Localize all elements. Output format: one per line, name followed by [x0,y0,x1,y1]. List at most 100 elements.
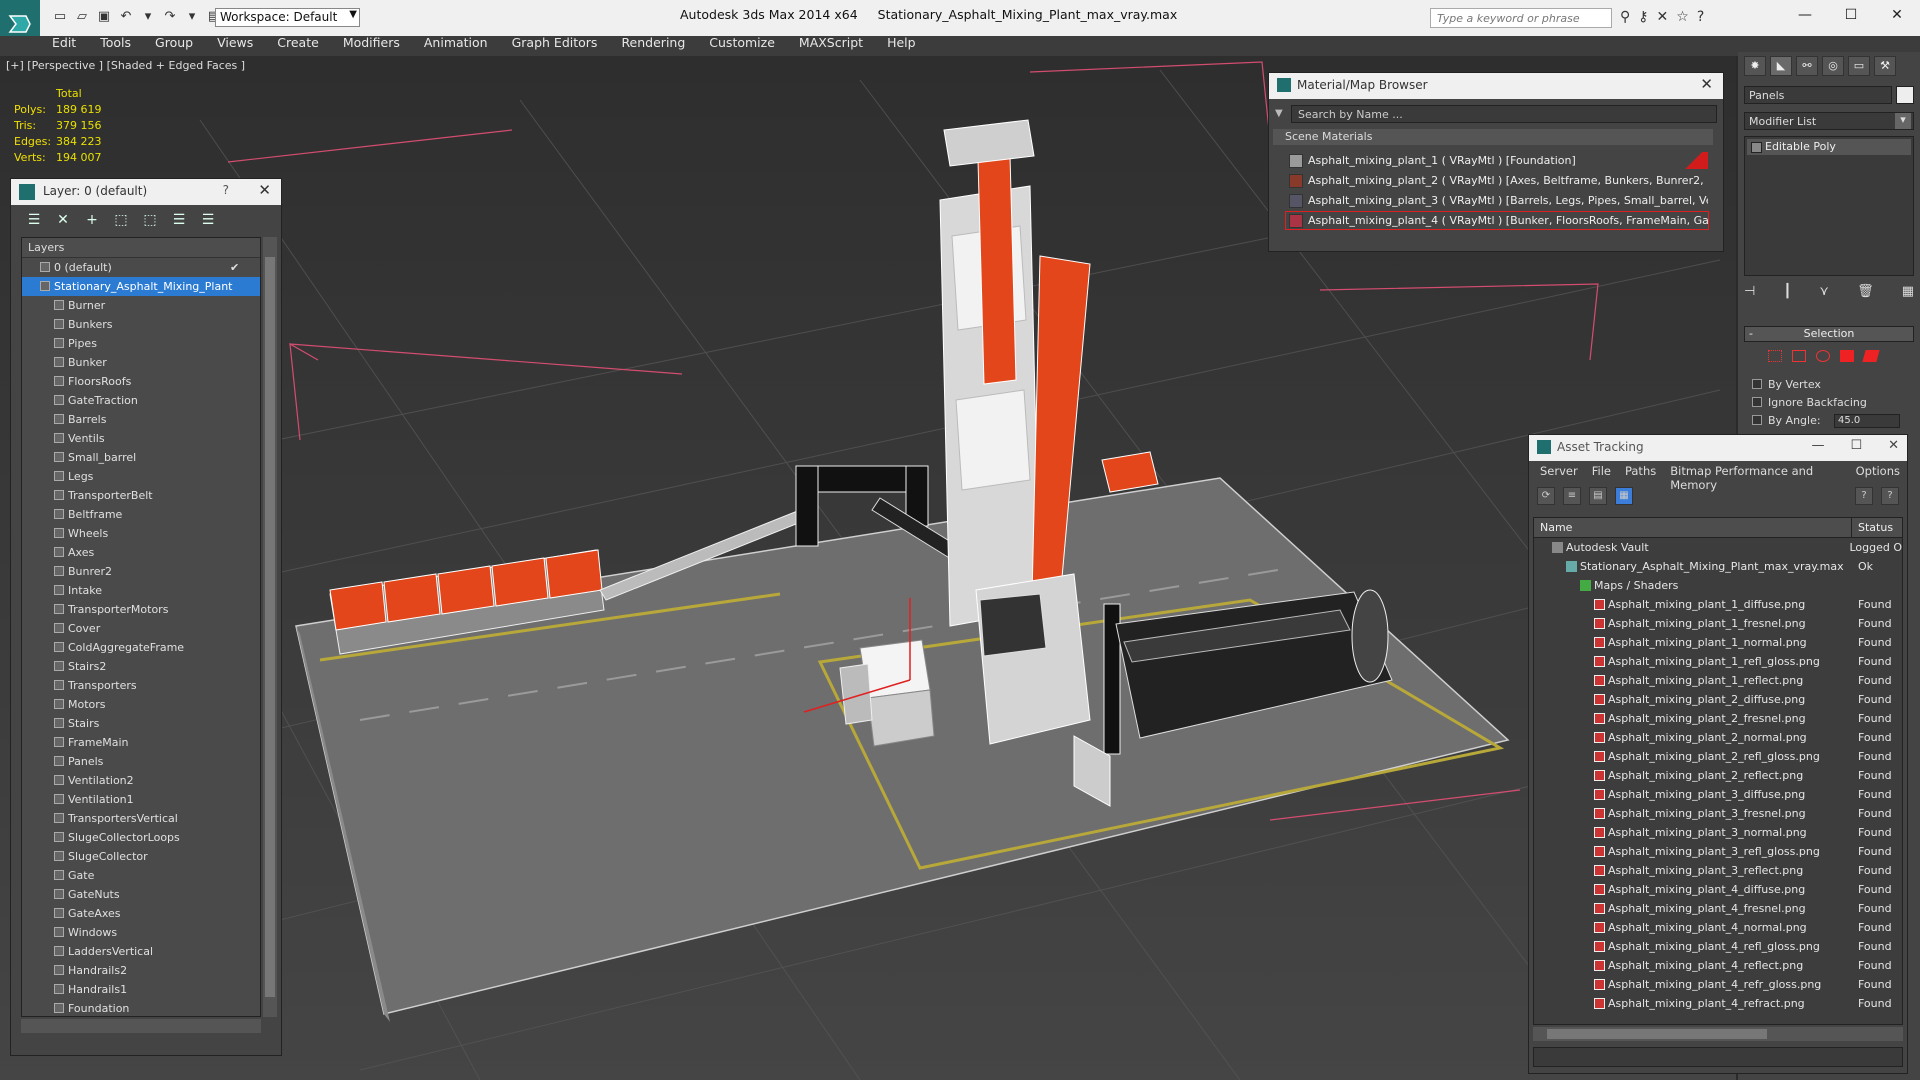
close-icon[interactable]: ✕ [1888,438,1899,453]
menu-file[interactable]: File [1585,464,1618,483]
layer-object-row[interactable]: GateAxes [22,904,260,923]
redo-icon[interactable]: ↷ [162,9,178,25]
asset-row[interactable]: Asphalt_mixing_plant_3_diffuse.png Found [1534,785,1902,804]
close-icon[interactable]: ✕ [1700,75,1713,93]
asset-row[interactable]: Asphalt_mixing_plant_3_fresnel.png Found [1534,804,1902,823]
delete-layer-icon[interactable]: ✕ [54,211,72,229]
layer-list-hscrollbar[interactable] [21,1019,261,1033]
asset-row[interactable]: Asphalt_mixing_plant_1_normal.png Found [1534,633,1902,652]
make-unique-icon[interactable]: ⋎ [1819,284,1829,299]
asset-row[interactable]: Asphalt_mixing_plant_4_refr_gloss.png Fou… [1534,975,1902,994]
keyword-search-input[interactable]: Type a keyword or phrase [1430,8,1612,28]
ignore-backfacing-option[interactable]: Ignore Backfacing [1752,396,1867,409]
material-search-input[interactable]: Search by Name ... [1291,105,1717,123]
menu-graph-editors[interactable]: Graph Editors [500,34,610,56]
angle-spinner[interactable]: 45.0 [1834,414,1900,428]
filter-menu-icon[interactable]: ▼ [1275,108,1283,119]
undo-icon[interactable]: ↶ [118,9,134,25]
hierarchy-tab-icon[interactable]: ⚯ [1796,56,1818,76]
menu-tools[interactable]: Tools [88,34,143,56]
border-icon[interactable] [1816,350,1830,362]
material-item[interactable]: Asphalt_mixing_plant_1 ( VRayMtl ) [Foun… [1285,151,1709,170]
layer-list-scrollbar[interactable] [263,237,277,1017]
motion-tab-icon[interactable]: ◎ [1822,56,1844,76]
asset-row[interactable]: Asphalt_mixing_plant_3_reflect.png Found [1534,861,1902,880]
asset-row[interactable]: Asphalt_mixing_plant_3_refl_gloss.png Fou… [1534,842,1902,861]
menu-animation[interactable]: Animation [412,34,500,56]
layer-object-row[interactable]: Beltframe [22,505,260,524]
scrollbar-thumb[interactable] [1547,1029,1767,1039]
asset-tracking-titlebar[interactable]: Asset Tracking — ☐ ✕ [1529,435,1907,461]
menu-bitmap-performance[interactable]: Bitmap Performance and Memory [1663,464,1848,492]
add-to-layer-icon[interactable]: + [83,211,101,229]
asset-table-hscrollbar[interactable] [1533,1027,1903,1041]
column-status[interactable]: Status [1852,518,1899,537]
minimize-icon[interactable]: — [1782,0,1828,30]
close-icon[interactable]: ✕ [258,181,271,199]
by-angle-option[interactable]: By Angle: 45.0 [1752,414,1900,428]
layer-object-row[interactable]: Handrails2 [22,961,260,980]
scene-materials-section[interactable]: Scene Materials [1273,129,1713,145]
asset-row[interactable]: Asphalt_mixing_plant_4_fresnel.png Found [1534,899,1902,918]
asset-row[interactable]: Asphalt_mixing_plant_2_fresnel.png Found [1534,709,1902,728]
menu-edit[interactable]: Edit [40,34,88,56]
material-item[interactable]: Asphalt_mixing_plant_3 ( VRayMtl ) [Barr… [1285,191,1709,210]
active-layer-check-icon[interactable]: ✔ [230,258,239,277]
layer-object-row[interactable]: Small_barrel [22,448,260,467]
asset-row[interactable]: Asphalt_mixing_plant_1_refl_gloss.png Fou… [1534,652,1902,671]
menu-help[interactable]: Help [875,34,928,56]
by-vertex-option[interactable]: By Vertex [1752,378,1821,391]
layer-object-row[interactable]: Bunrer2 [22,562,260,581]
layer-object-row[interactable]: Ventilation2 [22,771,260,790]
asset-row[interactable]: Asphalt_mixing_plant_3_normal.png Found [1534,823,1902,842]
asset-row[interactable]: Asphalt_mixing_plant_2_reflect.png Found [1534,766,1902,785]
new-file-icon[interactable]: ▭ [52,9,68,25]
layer-object-row[interactable]: Handrails1 [22,980,260,999]
layer-object-row[interactable]: FrameMain [22,733,260,752]
viewport-label[interactable]: [+] [Perspective ] [Shaded + Edged Faces… [6,59,245,72]
highlight-selected-icon[interactable]: ⬚ [141,211,159,229]
layer-object-row[interactable]: Burner [22,296,260,315]
asset-row[interactable]: Asphalt_mixing_plant_2_refl_gloss.png Fou… [1534,747,1902,766]
checkbox[interactable] [1752,397,1762,407]
layer-object-row[interactable]: Barrels [22,410,260,429]
utilities-tab-icon[interactable]: ⚒ [1874,56,1896,76]
layer-object-row[interactable]: TransporterBelt [22,486,260,505]
asset-row[interactable]: Asphalt_mixing_plant_1_diffuse.png Found [1534,595,1902,614]
layer-object-row[interactable]: Pipes [22,334,260,353]
maximize-icon[interactable]: ☐ [1828,0,1874,30]
material-browser-titlebar[interactable]: Material/Map Browser ✕ [1269,73,1723,99]
object-color-swatch[interactable] [1896,86,1914,104]
layer-object-row[interactable]: Stairs2 [22,657,260,676]
menu-create[interactable]: Create [265,34,331,56]
layer-object-row[interactable]: SlugeCollectorLoops [22,828,260,847]
display-tab-icon[interactable]: ▭ [1848,56,1870,76]
checkbox[interactable] [1752,415,1762,425]
asset-row[interactable]: Autodesk Vault Logged O [1534,538,1902,557]
layer-object-row[interactable]: Windows [22,923,260,942]
list-view-icon[interactable]: ≡ [1563,487,1581,505]
thumbnail-view-icon[interactable]: ▤ [1589,487,1607,505]
menu-paths[interactable]: Paths [1618,464,1663,483]
layer-object-row[interactable]: Axes [22,543,260,562]
asset-row[interactable]: Maps / Shaders [1534,576,1902,595]
hide-all-icon[interactable]: ☰ [170,211,188,229]
layer-object-row[interactable]: LaddersVertical [22,942,260,961]
save-icon[interactable]: ▣ [96,9,112,25]
layer-object-row[interactable]: Foundation [22,999,260,1016]
help-icon[interactable]: ? [1697,9,1704,25]
layer-object-row[interactable]: SlugeCollector [22,847,260,866]
close-icon[interactable]: ✕ [1874,0,1920,30]
new-layer-icon[interactable]: ☰ [25,211,43,229]
menu-views[interactable]: Views [205,34,265,56]
maximize-icon[interactable]: ☐ [1850,438,1862,453]
menu-group[interactable]: Group [143,34,205,56]
layer-object-row[interactable]: Ventils [22,429,260,448]
layer-object-row[interactable]: Transporters [22,676,260,695]
layer-object-row[interactable]: GateNuts [22,885,260,904]
layer-object-row[interactable]: Stairs [22,714,260,733]
help-icon[interactable]: ? [1855,487,1873,505]
menu-options[interactable]: Options [1849,464,1907,483]
modifier-stack-item[interactable]: Editable Poly [1747,139,1911,155]
table-view-icon[interactable]: ▦ [1615,487,1633,505]
